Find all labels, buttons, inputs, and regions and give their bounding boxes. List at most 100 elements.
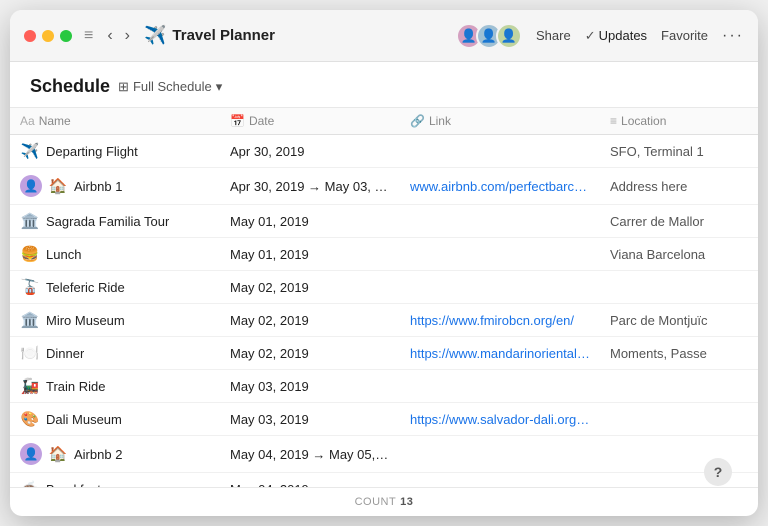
row-link[interactable]: https://www.mandarinoriental.com/t xyxy=(400,337,600,370)
table-row[interactable]: 🎨Dali MuseumMay 03, 2019https://www.salv… xyxy=(10,403,758,436)
row-date: May 02, 2019 xyxy=(220,271,400,304)
maximize-button[interactable] xyxy=(60,30,72,42)
schedule-header: Schedule ⊞ Full Schedule ▾ xyxy=(10,62,758,108)
row-location xyxy=(600,271,758,304)
view-selector[interactable]: ⊞ Full Schedule ▾ xyxy=(118,79,222,95)
row-date: May 04, 2019 → May 05, 2019 xyxy=(220,436,400,473)
row-date: May 01, 2019 xyxy=(220,205,400,238)
link-col-icon: 🔗 xyxy=(410,114,425,128)
help-label: ? xyxy=(714,464,723,480)
row-link xyxy=(400,238,600,271)
avatar-group: 👤 👤 👤 xyxy=(456,23,522,49)
col-header-location: ≡Location xyxy=(600,108,758,135)
row-name: Departing Flight xyxy=(46,144,138,159)
row-icon: 🚂 xyxy=(20,377,40,395)
row-icon: 🍔 xyxy=(20,245,40,263)
more-icon: ··· xyxy=(722,27,744,45)
row-date: May 02, 2019 xyxy=(220,337,400,370)
table-row[interactable]: 🏛️Miro MuseumMay 02, 2019https://www.fmi… xyxy=(10,304,758,337)
favorite-button[interactable]: Favorite xyxy=(661,28,708,43)
app-icon: ✈️ xyxy=(144,25,166,46)
row-name: Teleferic Ride xyxy=(46,280,125,295)
table-row[interactable]: ✈️Departing FlightApr 30, 2019SFO, Termi… xyxy=(10,135,758,168)
table-row[interactable]: 🏛️Sagrada Familia TourMay 01, 2019Carrer… xyxy=(10,205,758,238)
minimize-button[interactable] xyxy=(42,30,54,42)
table-row[interactable]: ☕BreakfastMay 04, 2019 xyxy=(10,473,758,488)
table-icon: ⊞ xyxy=(118,79,129,95)
row-location: Address here xyxy=(600,168,758,205)
row-location xyxy=(600,403,758,436)
row-link xyxy=(400,271,600,304)
row-link[interactable]: https://www.salvador-dali.org/en/ xyxy=(400,403,600,436)
titlebar-actions: 👤 👤 👤 Share ✓ Updates Favorite ··· xyxy=(456,23,744,49)
row-icon: 🏛️ xyxy=(20,212,40,230)
row-name: Airbnb 2 xyxy=(74,447,122,462)
row-name: Train Ride xyxy=(46,379,105,394)
row-link xyxy=(400,436,600,473)
more-button[interactable]: ··· xyxy=(722,27,744,45)
close-button[interactable] xyxy=(24,30,36,42)
table-row[interactable]: 🚂 Train Ride May 03, 2019 xyxy=(10,370,758,403)
updates-label: Updates xyxy=(599,28,647,43)
avatar-3: 👤 xyxy=(496,23,522,49)
row-icon: 🍽️ xyxy=(20,344,40,362)
row-name: Dali Museum xyxy=(46,412,122,427)
col-header-link: 🔗Link xyxy=(400,108,600,135)
view-label: Full Schedule xyxy=(133,79,212,94)
titlebar: ≡ ‹ › ✈️ Travel Planner 👤 👤 👤 Share ✓ Up… xyxy=(10,10,758,62)
row-icon: 🏠 xyxy=(48,445,68,463)
row-location: Parc de Montjuïc xyxy=(600,304,758,337)
menu-icon[interactable]: ≡ xyxy=(84,27,93,45)
row-location xyxy=(600,473,758,488)
updates-button[interactable]: ✓ Updates xyxy=(585,28,647,44)
row-location: Carrer de Mallor xyxy=(600,205,758,238)
row-link xyxy=(400,135,600,168)
table-row[interactable]: 🚡 Teleferic Ride May 02, 2019 xyxy=(10,271,758,304)
row-date: May 03, 2019 xyxy=(220,370,400,403)
check-icon: ✓ xyxy=(585,28,596,44)
col-header-name: AaName xyxy=(10,108,220,135)
count-label: COUNT xyxy=(355,496,397,508)
app-title: Travel Planner xyxy=(172,27,456,44)
date-col-icon: 📅 xyxy=(230,114,245,128)
row-link xyxy=(400,205,600,238)
row-location: SFO, Terminal 1 xyxy=(600,135,758,168)
col-header-date: 📅Date xyxy=(220,108,400,135)
table-row[interactable]: 🍔LunchMay 01, 2019Viana Barcelona xyxy=(10,238,758,271)
row-link[interactable]: https://www.fmirobcn.org/en/ xyxy=(400,304,600,337)
row-location xyxy=(600,370,758,403)
row-date: Apr 30, 2019 xyxy=(220,135,400,168)
schedule-title: Schedule xyxy=(30,76,110,97)
share-label: Share xyxy=(536,28,571,43)
row-avatar: 👤 xyxy=(20,175,42,197)
row-avatar: 👤 xyxy=(20,443,42,465)
row-link[interactable]: www.airbnb.com/perfectbarcelonah xyxy=(400,168,600,205)
forward-button[interactable]: › xyxy=(121,25,134,47)
nav-buttons: ‹ › xyxy=(103,25,134,47)
name-col-icon: Aa xyxy=(20,114,35,128)
row-icon: 🚡 xyxy=(20,278,40,296)
table-row[interactable]: 👤 🏠 Airbnb 2 May 04, 2019 → May 05, 2019 xyxy=(10,436,758,473)
chevron-down-icon: ▾ xyxy=(216,79,223,95)
table-header-row: AaName 📅Date 🔗Link ≡Location xyxy=(10,108,758,135)
back-button[interactable]: ‹ xyxy=(103,25,116,47)
table-row[interactable]: 👤 🏠 Airbnb 1 Apr 30, 2019 → May 03, 2019www… xyxy=(10,168,758,205)
row-link xyxy=(400,370,600,403)
help-button[interactable]: ? xyxy=(704,458,732,486)
row-name: Dinner xyxy=(46,346,84,361)
count-value: 13 xyxy=(400,496,413,508)
row-date: Apr 30, 2019 → May 03, 2019 xyxy=(220,168,400,205)
row-icon: 🏠 xyxy=(48,177,68,195)
row-date: May 02, 2019 xyxy=(220,304,400,337)
table-row[interactable]: 🍽️ Dinner May 02, 2019https://www.mandarin… xyxy=(10,337,758,370)
traffic-lights xyxy=(24,30,72,42)
row-name: Lunch xyxy=(46,247,81,262)
location-col-icon: ≡ xyxy=(610,114,617,128)
row-link xyxy=(400,473,600,488)
favorite-label: Favorite xyxy=(661,28,708,43)
row-name: Miro Museum xyxy=(46,313,125,328)
share-button[interactable]: Share xyxy=(536,28,571,43)
row-location: Moments, Passe xyxy=(600,337,758,370)
schedule-table: AaName 📅Date 🔗Link ≡Location xyxy=(10,108,758,487)
row-name: Airbnb 1 xyxy=(74,179,122,194)
